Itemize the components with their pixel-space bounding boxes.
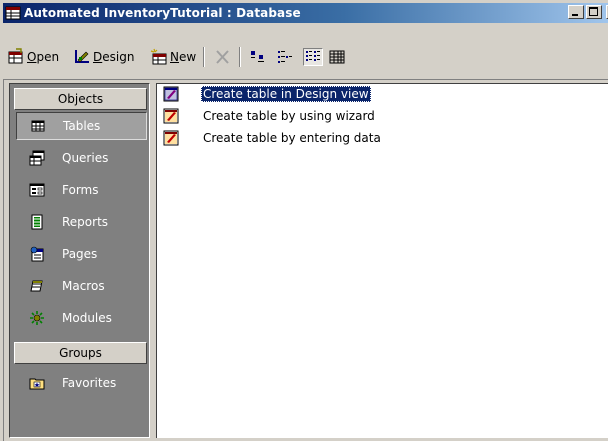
open-button[interactable]: Open [7, 43, 59, 71]
list-item-entering-data[interactable]: Create table by entering data [163, 129, 383, 147]
objects-item-label: Queries [62, 151, 109, 165]
design-icon [73, 48, 91, 66]
query-icon [29, 150, 45, 166]
list-item-wizard[interactable]: Create table by using wizard [163, 107, 377, 125]
delete-button[interactable] [213, 48, 233, 66]
form-icon [29, 182, 45, 198]
maximize-button[interactable] [586, 5, 602, 19]
list-item-design-view[interactable]: Create table in Design view [163, 85, 371, 103]
design-view-shortcut-icon [163, 86, 179, 102]
new-button[interactable]: New [150, 43, 196, 71]
groups-header-button[interactable]: Groups [14, 342, 147, 364]
list-view-icon [306, 51, 320, 61]
large-icons-icon [251, 51, 264, 62]
design-label: Design [93, 50, 135, 64]
list-item-label: Create table by entering data [203, 131, 381, 145]
list-item-label: Create table by using wizard [203, 109, 375, 123]
minimize-icon [572, 14, 578, 16]
window-title: Automated InventoryTutorial : Database [24, 6, 301, 20]
database-toolbar: Open Design New [3, 43, 608, 71]
small-icons-icon [278, 51, 292, 63]
macro-icon [29, 278, 45, 294]
objects-item-pages[interactable]: Pages [16, 240, 147, 268]
open-label-rest: pen [36, 50, 60, 64]
delete-icon [216, 50, 229, 64]
report-icon [29, 214, 45, 230]
open-icon [7, 48, 25, 66]
minimize-button[interactable] [568, 5, 584, 19]
large-icons-button[interactable] [247, 48, 267, 66]
new-icon [150, 48, 168, 66]
small-icons-button[interactable] [275, 48, 295, 66]
details-view-button[interactable] [327, 48, 347, 66]
design-label-rest: esign [102, 50, 135, 64]
database-window: Automated InventoryTutorial : Database O… [0, 0, 608, 441]
list-item-label: Create table in Design view [201, 86, 371, 102]
toolbar-separator [203, 47, 205, 67]
objects-item-label: Reports [62, 215, 109, 229]
objects-item-label: Tables [63, 119, 101, 133]
objects-list: Create table in Design view Create table… [156, 83, 608, 438]
datasheet-shortcut-icon [163, 130, 179, 146]
groups-item-favorites[interactable]: Favorites [16, 369, 147, 397]
objects-item-tables[interactable]: Tables [16, 112, 147, 140]
maximize-icon [589, 7, 598, 16]
table-icon [30, 118, 46, 134]
design-button[interactable]: Design [73, 43, 134, 71]
page-icon [29, 246, 45, 262]
objects-bar: Objects Tables Queries Forms Reports Pag… [9, 83, 150, 438]
objects-item-modules[interactable]: Modules [16, 304, 147, 332]
objects-item-forms[interactable]: Forms [16, 176, 147, 204]
objects-item-label: Macros [62, 279, 105, 293]
objects-header-button[interactable]: Objects [14, 88, 147, 110]
details-view-icon [329, 50, 345, 64]
objects-item-macros[interactable]: Macros [16, 272, 147, 300]
wizard-shortcut-icon [163, 108, 179, 124]
groups-item-label: Favorites [62, 376, 117, 390]
new-label: New [170, 50, 197, 64]
title-bar[interactable]: Automated InventoryTutorial : Database [3, 3, 608, 23]
module-icon [29, 310, 45, 326]
new-label-rest: ew [178, 50, 197, 64]
objects-item-label: Forms [62, 183, 99, 197]
objects-item-reports[interactable]: Reports [16, 208, 147, 236]
objects-item-queries[interactable]: Queries [16, 144, 147, 172]
objects-item-label: Pages [62, 247, 98, 261]
toolbar-separator-2 [239, 47, 241, 67]
open-label: Open [27, 50, 60, 64]
database-icon[interactable] [5, 5, 21, 21]
objects-item-label: Modules [62, 311, 112, 325]
list-view-button[interactable] [303, 48, 323, 66]
favorites-folder-icon [29, 375, 45, 391]
